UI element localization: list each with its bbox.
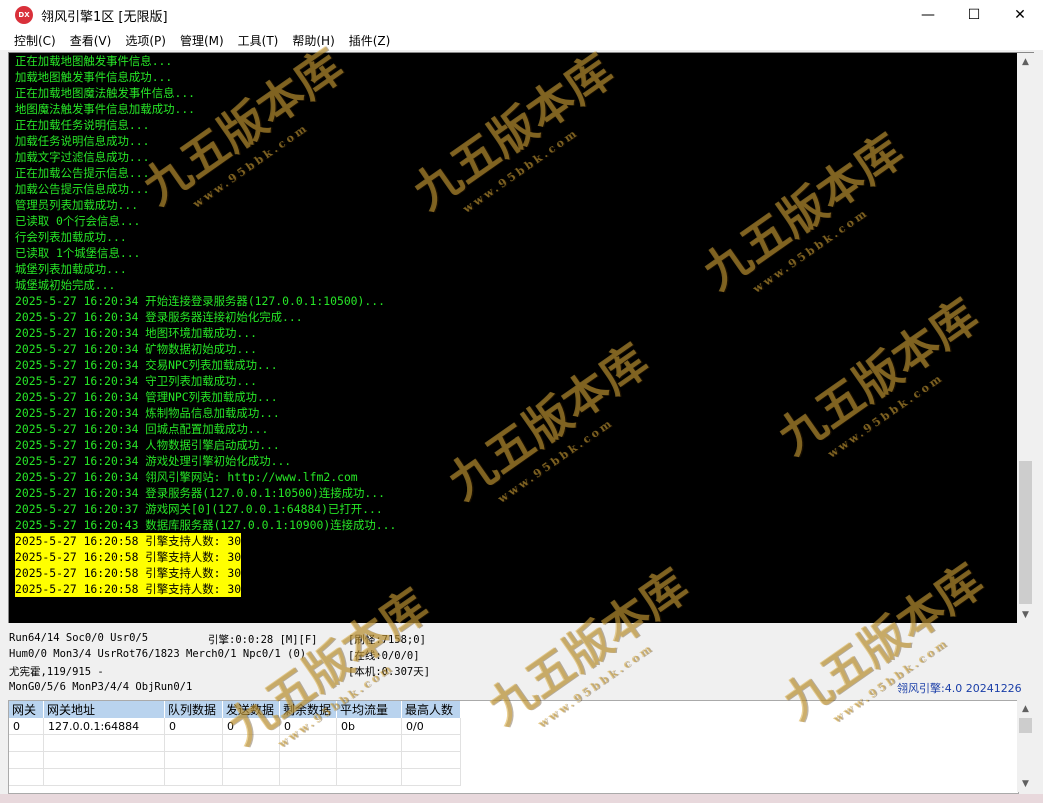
table-row-empty — [9, 734, 461, 752]
cell-queue: 0 — [164, 718, 223, 735]
log-line: 管理员列表加载成功... — [15, 198, 139, 212]
close-button[interactable]: ✕ — [997, 0, 1043, 30]
console-log[interactable]: 正在加载地图触发事件信息... 加载地图触发事件信息成功... 正在加载地图魔法触发… — [8, 52, 1018, 623]
log-line: 2025-5-27 16:20:34 管理NPC列表加载成功... — [15, 390, 278, 404]
table-header-row: 网关 网关地址 队列数据 发送数据 剩余数据 平均流量 最高人数 — [9, 701, 461, 718]
log-line: 2025-5-27 16:20:34 交易NPC列表加载成功... — [15, 358, 278, 372]
log-line: 地图魔法触发事件信息加载成功... — [15, 102, 196, 116]
menu-view[interactable]: 查看(V) — [63, 32, 119, 49]
log-line-highlighted: 2025-5-27 16:20:58 引擎支持人数: 30 — [15, 565, 242, 581]
log-line: 加载任务说明信息成功... — [15, 134, 150, 148]
cell-gateway: 0 — [9, 718, 44, 735]
log-line: 2025-5-27 16:20:37 游戏网关[0](127.0.0.1:648… — [15, 502, 383, 516]
log-line: 加载地图触发事件信息成功... — [15, 70, 173, 84]
cell-avg-flow: 0b — [336, 718, 402, 735]
log-line: 2025-5-27 16:20:34 矿物数据初始成功... — [15, 342, 257, 356]
status-hum: Hum0/0 Mon3/4 UsrRot76/1823 Merch0/1 Npc… — [9, 648, 307, 660]
log-line: 2025-5-27 16:20:34 守卫列表加载成功... — [15, 374, 257, 388]
log-line-highlighted: 2025-5-27 16:20:58 引擎支持人数: 30 — [15, 581, 242, 597]
app-icon[interactable]: DX — [15, 6, 33, 24]
menu-plugins[interactable]: 插件(Z) — [342, 32, 398, 49]
log-line: 已读取 1个城堡信息... — [15, 246, 141, 260]
log-line-highlighted: 2025-5-27 16:20:58 引擎支持人数: 30 — [15, 533, 242, 549]
desktop-background — [0, 794, 1043, 803]
log-line: 正在加载地图魔法触发事件信息... — [15, 86, 196, 100]
status-online: [在线:0/0/0] — [348, 650, 420, 662]
log-line: 2025-5-27 16:20:34 登录服务器(127.0.0.1:10500… — [15, 486, 385, 500]
log-line: 2025-5-27 16:20:34 游戏处理引擎初始化成功... — [15, 454, 292, 468]
menu-manage[interactable]: 管理(M) — [173, 32, 231, 49]
cell-max-users: 0/0 — [401, 718, 461, 735]
minimize-button[interactable]: — — [905, 0, 951, 30]
maximize-button[interactable]: ☐ — [951, 0, 997, 30]
console-scrollbar[interactable]: ▲ ▼ — [1017, 52, 1034, 623]
table-scrollbar[interactable]: ▲ ▼ — [1017, 700, 1034, 792]
status-local: [本机:0.307天] — [348, 666, 431, 678]
scroll-up-icon[interactable]: ▲ — [1017, 700, 1034, 717]
table-row[interactable]: 0 127.0.0.1:64884 0 0 0 0b 0/0 — [9, 718, 461, 735]
gateway-table[interactable]: 网关 网关地址 队列数据 发送数据 剩余数据 平均流量 最高人数 0 127.0… — [8, 700, 1019, 794]
log-line: 城堡城初始完成... — [15, 278, 116, 292]
window-controls: — ☐ ✕ — [905, 0, 1043, 30]
log-line-highlighted: 2025-5-27 16:20:58 引擎支持人数: 30 — [15, 549, 242, 565]
window-title: 翎风引擎1区 [无限版] — [41, 9, 168, 25]
log-line: 已读取 0个行会信息... — [15, 214, 141, 228]
col-gateway[interactable]: 网关 — [9, 701, 44, 718]
scroll-up-icon[interactable]: ▲ — [1017, 53, 1034, 70]
log-line: 2025-5-27 16:20:34 登录服务器连接初始化完成... — [15, 310, 303, 324]
col-max-users[interactable]: 最高人数 — [401, 701, 461, 718]
log-line: 2025-5-27 16:20:34 炼制物品信息加载成功... — [15, 406, 280, 420]
scroll-down-icon[interactable]: ▼ — [1017, 775, 1034, 792]
cell-address: 127.0.0.1:64884 — [43, 718, 165, 735]
engine-version: 翎风引擎:4.0 20241226 — [897, 682, 1022, 695]
log-line: 正在加载任务说明信息... — [15, 118, 150, 132]
status-panel: Run64/14 Soc0/0 Usr0/5 引擎:0:0:28 [M][F] … — [0, 626, 1043, 698]
log-line: 城堡列表加载成功... — [15, 262, 127, 276]
menu-help[interactable]: 帮助(H) — [285, 32, 341, 49]
scroll-thumb[interactable] — [1019, 461, 1032, 604]
log-line: 正在加载公告提示信息... — [15, 166, 150, 180]
col-address[interactable]: 网关地址 — [43, 701, 165, 718]
log-line: 正在加载地图触发事件信息... — [15, 54, 173, 68]
log-line: 2025-5-27 16:20:34 回城点配置加载成功... — [15, 422, 269, 436]
log-line: 加载公告提示信息成功... — [15, 182, 150, 196]
title-bar: DX 翎风引擎1区 [无限版] — ☐ ✕ — [0, 0, 1043, 30]
col-queue[interactable]: 队列数据 — [164, 701, 223, 718]
col-sent[interactable]: 发送数据 — [222, 701, 280, 718]
log-line: 2025-5-27 16:20:34 翎风引擎网站: http://www.lf… — [15, 470, 358, 484]
status-user: 尤宪霍,119/915 - — [9, 666, 104, 678]
cell-remain: 0 — [279, 718, 337, 735]
menu-options[interactable]: 选项(P) — [118, 32, 173, 49]
log-line: 行会列表加载成功... — [15, 230, 127, 244]
status-run: Run64/14 Soc0/0 Usr0/5 — [9, 632, 149, 644]
log-line: 2025-5-27 16:20:34 地图环境加载成功... — [15, 326, 257, 340]
status-refresh: [刷怪:7158;0] — [348, 634, 426, 646]
log-line: 2025-5-27 16:20:43 数据库服务器(127.0.0.1:1090… — [15, 518, 397, 532]
table-row-empty — [9, 768, 461, 786]
status-engine: 引擎:0:0:28 [M][F] — [208, 634, 318, 646]
menu-tools[interactable]: 工具(T) — [231, 32, 286, 49]
cell-sent: 0 — [222, 718, 280, 735]
log-line: 加载文字过滤信息成功... — [15, 150, 150, 164]
log-line: 2025-5-27 16:20:34 人物数据引擎启动成功... — [15, 438, 280, 452]
scroll-thumb[interactable] — [1019, 718, 1032, 733]
status-mon: MonG0/5/6 MonP3/4/4 ObjRun0/1 — [9, 681, 193, 693]
col-remain[interactable]: 剩余数据 — [279, 701, 337, 718]
log-line: 2025-5-27 16:20:34 开始连接登录服务器(127.0.0.1:1… — [15, 294, 385, 308]
scroll-down-icon[interactable]: ▼ — [1017, 606, 1034, 623]
col-avg-flow[interactable]: 平均流量 — [336, 701, 402, 718]
menu-control[interactable]: 控制(C) — [0, 32, 63, 49]
table-row-empty — [9, 751, 461, 769]
menu-bar: 控制(C) 查看(V) 选项(P) 管理(M) 工具(T) 帮助(H) 插件(Z… — [0, 30, 1043, 50]
